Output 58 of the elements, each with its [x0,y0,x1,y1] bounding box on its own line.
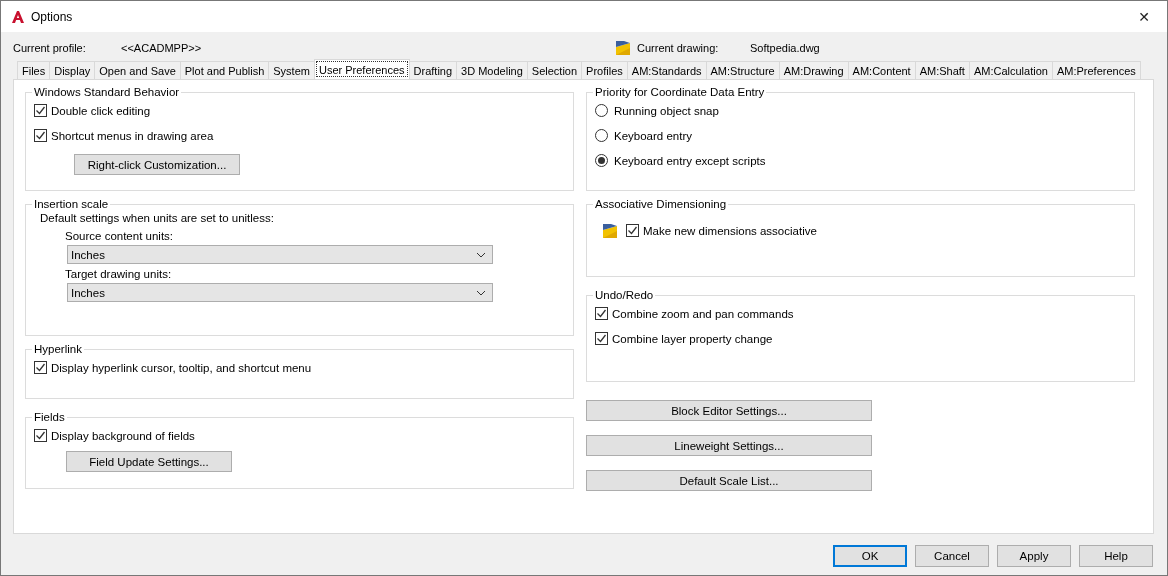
radio-option[interactable]: Running object snap [595,98,1134,123]
dialog-button[interactable]: Apply [997,545,1071,567]
tab[interactable]: AM:Drawing [778,61,849,79]
checkbox[interactable]: Shortcut menus in drawing area [34,123,573,148]
tab[interactable]: AM:Preferences [1051,61,1141,79]
checkbox[interactable]: Combine zoom and pan commands [595,301,1134,326]
dimension-icon [602,222,618,239]
settings-button[interactable]: Block Editor Settings... [586,400,872,421]
check-icon [627,225,638,236]
dialog-button[interactable]: Cancel [915,545,989,567]
tab[interactable]: 3D Modeling [456,61,528,79]
group-title: Hyperlink [33,343,83,355]
settings-button[interactable]: Lineweight Settings... [586,435,872,456]
settings-button[interactable]: Default Scale List... [586,470,872,491]
checkbox[interactable]: Display background of fields [34,423,573,448]
check-icon [596,308,607,319]
tab[interactable]: Open and Save [94,61,181,79]
check-icon [35,430,46,441]
units-dropdown[interactable]: Inches [67,245,493,264]
radio-option[interactable]: Keyboard entry except scripts [595,148,1134,173]
check-icon [35,105,46,116]
group-title: Windows Standard Behavior [33,86,181,98]
drawing-file-icon [615,39,631,56]
group-title: Associative Dimensioning [594,198,728,210]
check-icon [35,130,46,141]
window-title: Options [31,9,74,24]
tab[interactable]: User Preferences [313,59,410,79]
profile-label: Current profile: [13,41,87,54]
drawing-label: Current drawing: [637,41,720,54]
settings-button[interactable]: Field Update Settings... [66,451,232,472]
dialog-button[interactable]: Help [1079,545,1153,567]
group-note: Default settings when units are set to unitless: [40,212,275,224]
group-title: Fields [33,411,66,423]
check-icon [35,362,46,373]
chevron-down-icon [476,251,486,258]
group-title: Priority for Coordinate Data Entry [594,86,766,98]
radio-option[interactable]: Keyboard entry [595,123,1134,148]
settings-button[interactable]: Right-click Customization... [74,154,240,175]
close-button[interactable]: ✕ [1121,1,1167,32]
checkbox[interactable]: Double click editing [34,98,573,123]
checkbox[interactable]: Make new dimensions associative [626,218,817,243]
dropdown-label: Target drawing units: [65,268,173,280]
tab[interactable]: Files [17,61,51,79]
tab[interactable]: Display [49,61,96,79]
drawing-value: Softpedia.dwg [750,41,820,54]
chevron-down-icon [476,289,486,296]
dropdown-label: Source content units: [65,230,175,242]
app-logo-icon [11,9,25,24]
group-title: Insertion scale [33,198,110,210]
checkbox[interactable]: Combine layer property change [595,326,1134,351]
tab[interactable]: System [268,61,315,79]
units-dropdown[interactable]: Inches [67,283,493,302]
group-title: Undo/Redo [594,289,655,301]
profile-value: <<ACADMPP>> [121,41,203,54]
tab[interactable]: Drafting [408,61,458,79]
dialog-button[interactable]: OK [833,545,907,567]
checkbox[interactable]: Display hyperlink cursor, tooltip, and shortcut menu [34,355,573,380]
check-icon [596,333,607,344]
